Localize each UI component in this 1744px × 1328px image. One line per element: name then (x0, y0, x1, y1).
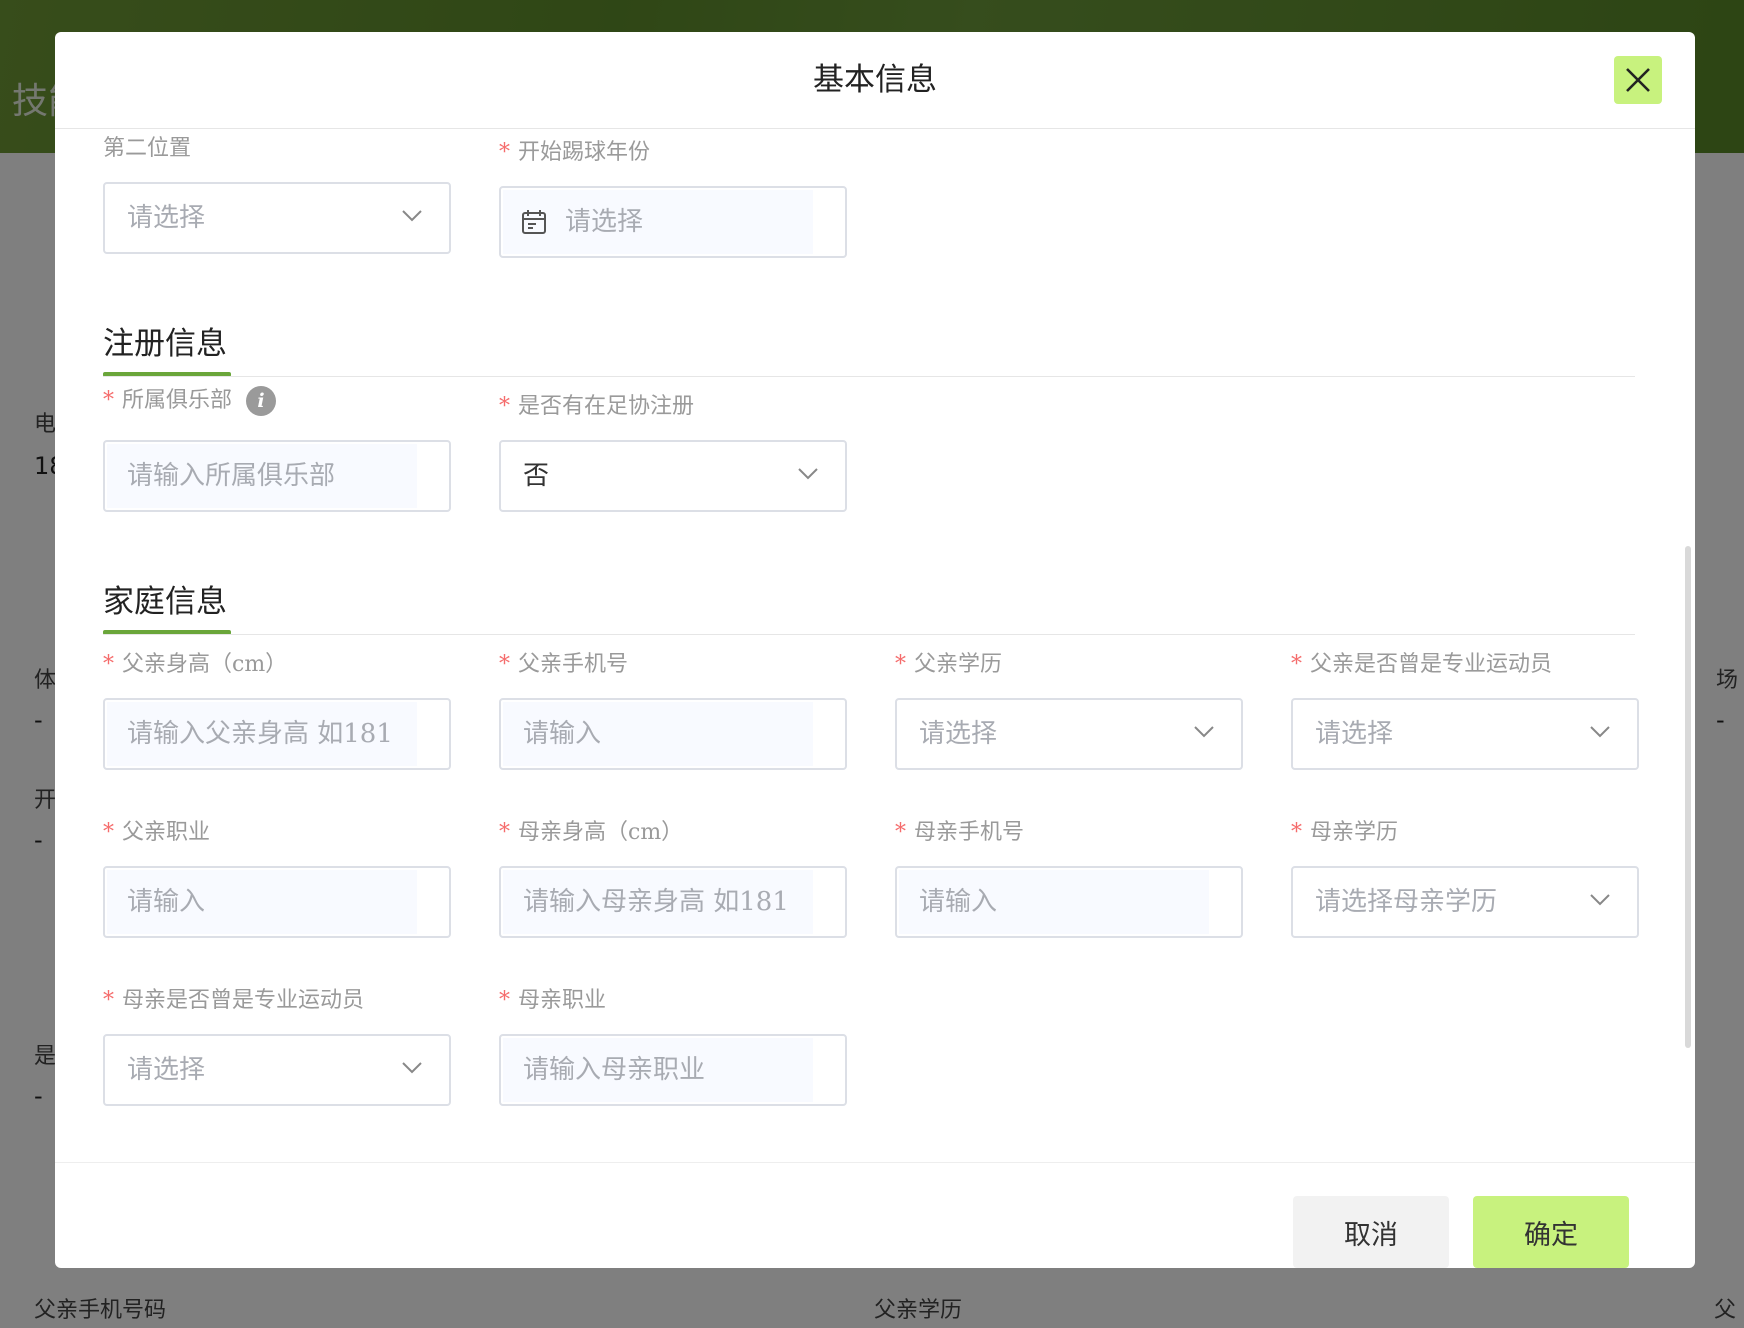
section-title-family: 家庭信息 (103, 584, 227, 620)
field-label: * 父亲手机号 (499, 652, 629, 677)
select-value: 否 (523, 461, 550, 491)
chevron-down-icon (1590, 726, 1610, 738)
father-education-select[interactable]: 请选择 (895, 698, 1243, 770)
close-button[interactable] (1614, 56, 1662, 104)
field-label: * 母亲手机号 (895, 820, 1025, 845)
field-label: * 是否有在足协注册 (499, 394, 695, 419)
calendar-icon (522, 210, 546, 234)
input-placeholder: 请输入 (919, 887, 998, 917)
section-divider (103, 376, 1635, 377)
chevron-down-icon (1590, 894, 1610, 906)
field-label: * 所属俱乐部 i (103, 382, 277, 416)
field-label: * 父亲职业 (103, 820, 211, 845)
second-position-select[interactable]: 请选择 (103, 182, 451, 254)
field-label: * 父亲是否曾是专业运动员 (1291, 652, 1553, 677)
confirm-button[interactable]: 确定 (1473, 1196, 1629, 1268)
select-placeholder: 请选择 (127, 203, 206, 233)
mother-education-select[interactable]: 请选择母亲学历 (1291, 866, 1639, 938)
field-label: * 开始踢球年份 (499, 140, 651, 165)
scrollbar-thumb[interactable] (1685, 546, 1691, 1048)
select-placeholder: 请选择 (127, 1055, 206, 1085)
section-title-registration: 注册信息 (103, 326, 227, 362)
dialog-body[interactable]: 第二位置 请选择 * 开始踢球年份 请选择 注册信息 * 所属俱乐部 i 请输入… (55, 130, 1695, 1162)
field-label: * 父亲身高（cm） (103, 652, 288, 677)
input-placeholder: 请输入母亲职业 (523, 1055, 706, 1085)
chevron-down-icon (1194, 726, 1214, 738)
cancel-button[interactable]: 取消 (1293, 1196, 1449, 1268)
field-label: * 母亲学历 (1291, 820, 1399, 845)
father-phone-input[interactable]: 请输入 (499, 698, 847, 770)
mother-phone-input[interactable]: 请输入 (895, 866, 1243, 938)
field-label: 第二位置 (103, 136, 192, 161)
basic-info-dialog: 基本信息 第二位置 请选择 * 开始踢球年份 请选择 注册信息 * 所属俱乐部 … (55, 32, 1695, 1268)
dialog-header: 基本信息 (55, 32, 1695, 129)
field-label: * 母亲是否曾是专业运动员 (103, 988, 365, 1013)
chevron-down-icon (402, 210, 422, 222)
fa-registered-select[interactable]: 否 (499, 440, 847, 512)
mother-height-input[interactable]: 请输入母亲身高 如181 (499, 866, 847, 938)
select-placeholder: 请选择 (919, 719, 998, 749)
field-label: * 父亲学历 (895, 652, 1003, 677)
dialog-title: 基本信息 (813, 62, 937, 98)
field-label: * 母亲身高（cm） (499, 820, 684, 845)
mother-job-input[interactable]: 请输入母亲职业 (499, 1034, 847, 1106)
select-placeholder: 请选择母亲学历 (1315, 887, 1498, 917)
father-pro-select[interactable]: 请选择 (1291, 698, 1639, 770)
input-placeholder: 请输入母亲身高 如181 (523, 887, 789, 917)
father-job-input[interactable]: 请输入 (103, 866, 451, 938)
input-placeholder: 请输入所属俱乐部 (127, 461, 336, 491)
chevron-down-icon (798, 468, 818, 480)
datepicker-placeholder: 请选择 (565, 207, 644, 237)
start-year-datepicker[interactable]: 请选择 (499, 186, 847, 258)
select-placeholder: 请选择 (1315, 719, 1394, 749)
field-label: * 母亲职业 (499, 988, 607, 1013)
input-placeholder: 请输入 (127, 887, 206, 917)
close-icon (1626, 68, 1650, 92)
info-icon[interactable]: i (246, 386, 277, 416)
club-input[interactable]: 请输入所属俱乐部 (103, 440, 451, 512)
input-placeholder: 请输入父亲身高 如181 (127, 719, 393, 749)
father-height-input[interactable]: 请输入父亲身高 如181 (103, 698, 451, 770)
mother-pro-select[interactable]: 请选择 (103, 1034, 451, 1106)
input-placeholder: 请输入 (523, 719, 602, 749)
chevron-down-icon (402, 1062, 422, 1074)
section-divider (103, 634, 1635, 635)
dialog-footer: 取消 确定 (55, 1162, 1695, 1268)
